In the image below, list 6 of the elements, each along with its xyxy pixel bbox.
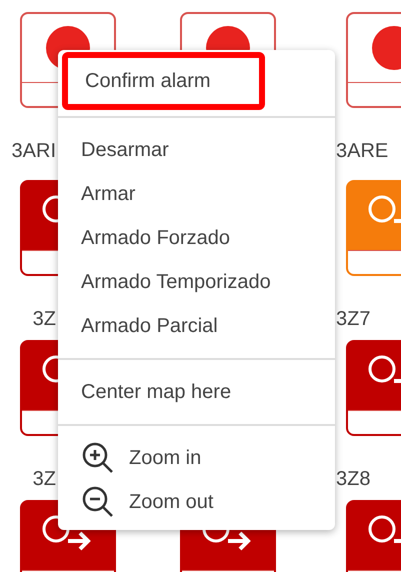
zone-label: 3Z8: [336, 467, 370, 492]
zone-label: 3Z: [32, 307, 56, 332]
zone-label: 3Z: [32, 467, 56, 492]
zone-label: 3ARI: [12, 139, 56, 164]
zone-label: 3ARE: [336, 139, 388, 164]
zone-label: 3Z7: [336, 307, 370, 332]
